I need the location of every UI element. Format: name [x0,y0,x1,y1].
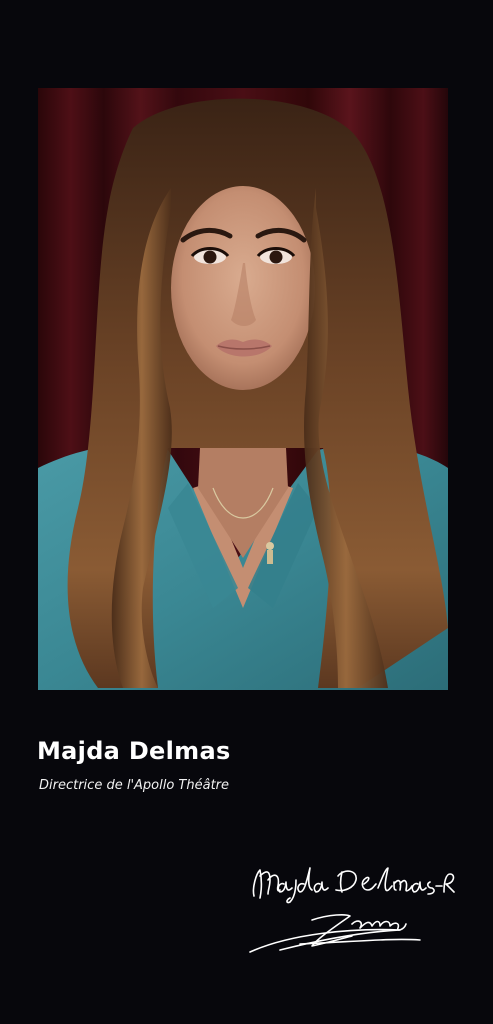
handwritten-signature [240,858,455,958]
signature-drawing [249,867,455,953]
portrait-photo [38,88,448,690]
page: Majda Delmas Directrice de l'Apollo Théâ… [0,0,493,1024]
person-name: Majda Delmas [37,737,231,765]
portrait-illustration [38,88,448,690]
person-role: Directrice de l'Apollo Théâtre [39,778,230,793]
